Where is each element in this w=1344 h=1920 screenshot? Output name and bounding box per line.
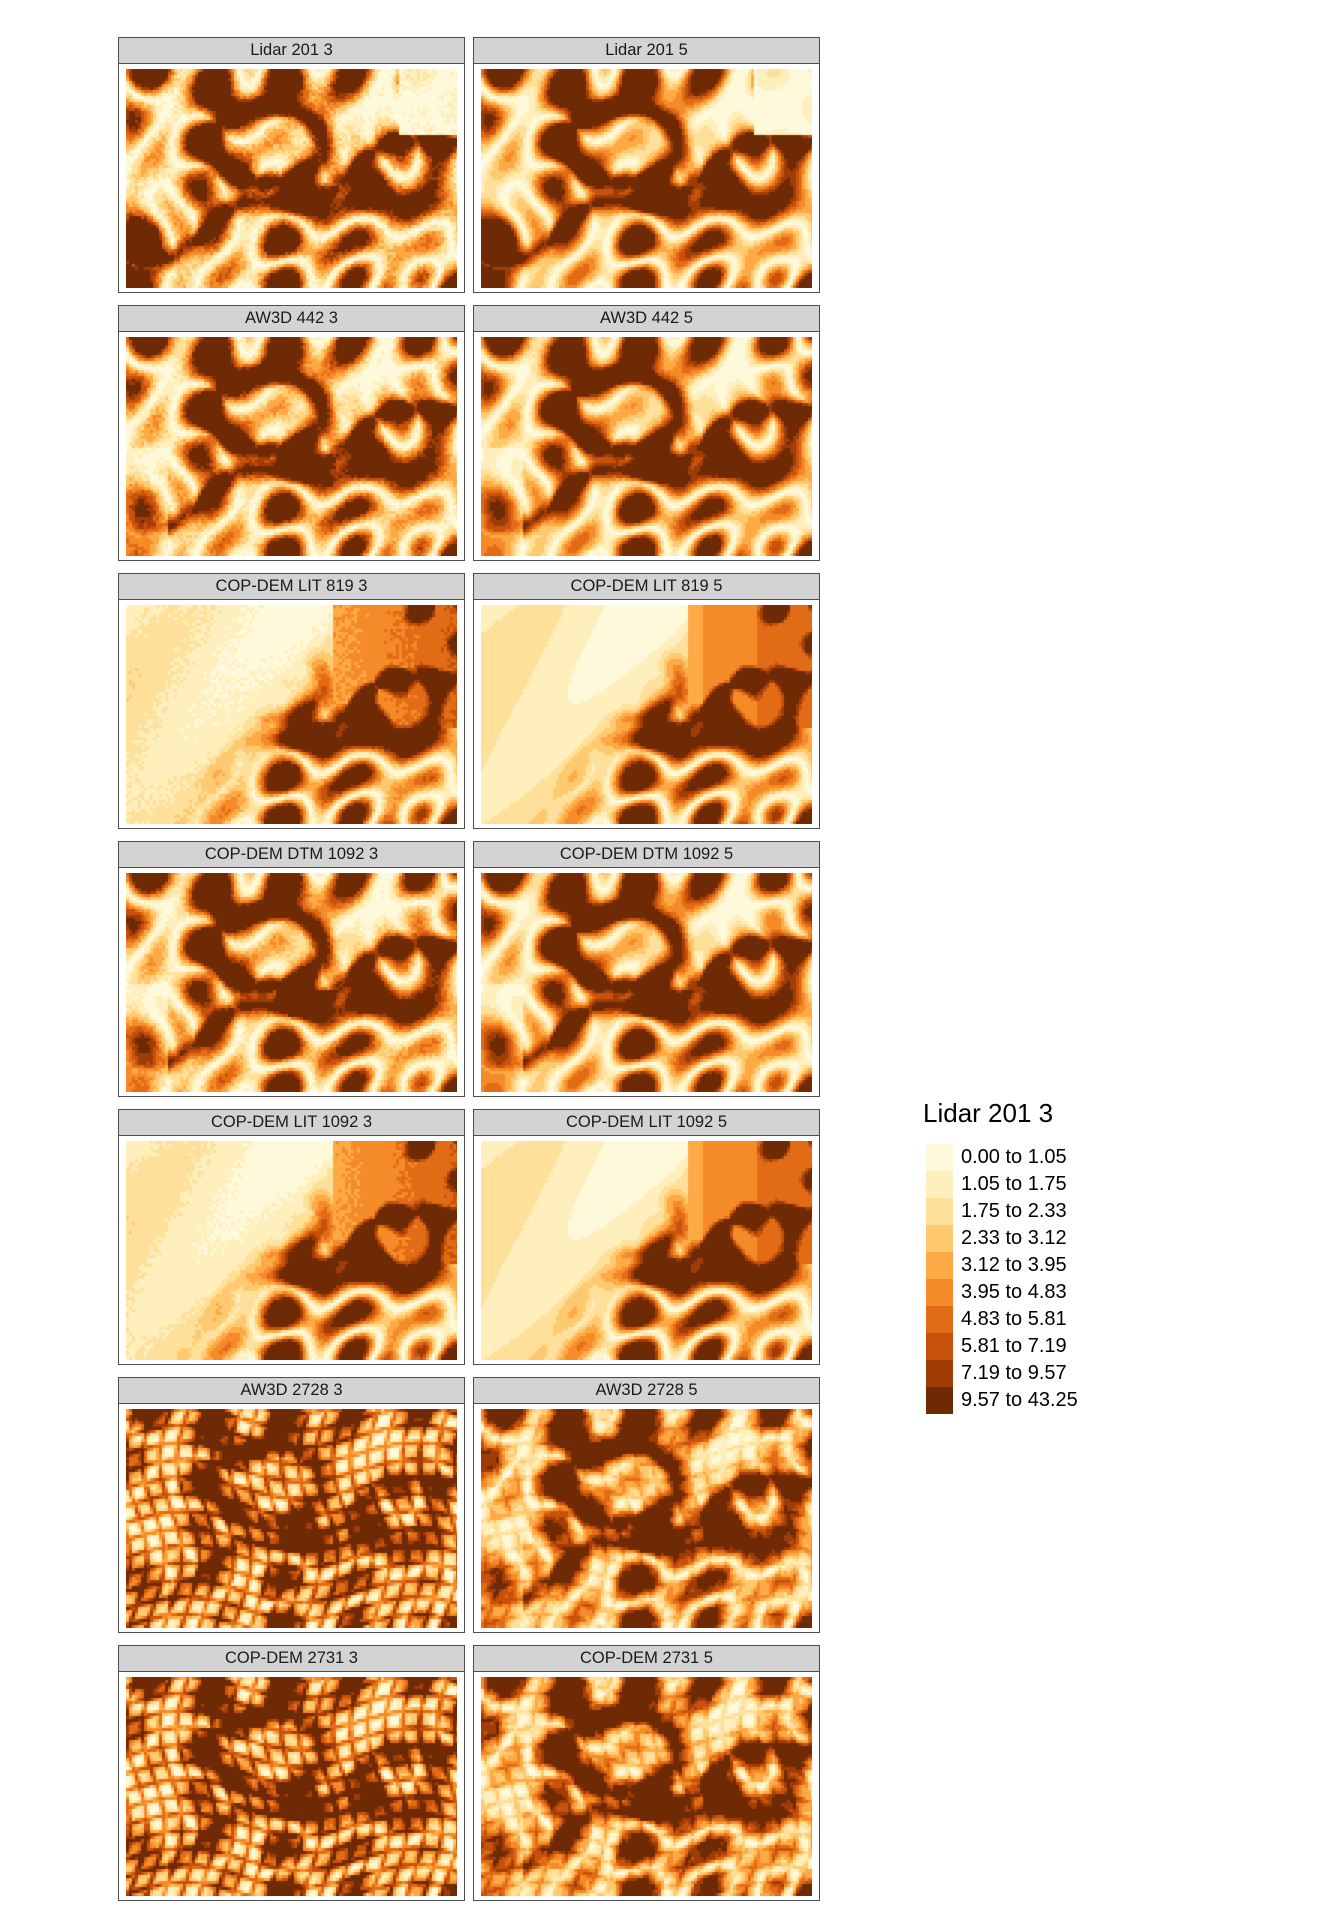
- legend-swatch: [926, 1171, 953, 1198]
- facet-label: AW3D 2728 5: [474, 1378, 819, 1404]
- facet-label: Lidar 201 5: [474, 38, 819, 64]
- raster-map: [126, 873, 457, 1092]
- facet-panel: Lidar 201 5: [473, 37, 820, 293]
- facet-panel: Lidar 201 3: [118, 37, 465, 293]
- facet-label: AW3D 2728 3: [119, 1378, 464, 1404]
- legend-label: 9.57 to 43.25: [961, 1389, 1078, 1411]
- raster-map: [126, 1141, 457, 1360]
- raster-map: [481, 605, 812, 824]
- facet-label: COP-DEM LIT 819 3: [119, 574, 464, 600]
- facet-panel: AW3D 442 3: [118, 305, 465, 561]
- legend-swatch: [926, 1333, 953, 1360]
- legend-label: 7.19 to 9.57: [961, 1362, 1067, 1384]
- raster-map: [126, 69, 457, 288]
- raster-map: [481, 69, 812, 288]
- legend-label: 4.83 to 5.81: [961, 1308, 1067, 1330]
- facet-panel: AW3D 2728 5: [473, 1377, 820, 1633]
- facet-label: COP-DEM LIT 1092 3: [119, 1110, 464, 1136]
- legend-swatch: [926, 1360, 953, 1387]
- facet-panel: COP-DEM DTM 1092 3: [118, 841, 465, 1097]
- facet-panel: COP-DEM LIT 819 5: [473, 573, 820, 829]
- legend-swatch: [926, 1144, 953, 1171]
- raster-map: [481, 1677, 812, 1896]
- facet-label: COP-DEM DTM 1092 3: [119, 842, 464, 868]
- facet-panel: COP-DEM LIT 1092 5: [473, 1109, 820, 1365]
- legend-label: 5.81 to 7.19: [961, 1335, 1067, 1357]
- facet-label: Lidar 201 3: [119, 38, 464, 64]
- raster-map: [126, 1409, 457, 1628]
- legend-label: 3.95 to 4.83: [961, 1281, 1067, 1303]
- facet-panel: AW3D 2728 3: [118, 1377, 465, 1633]
- legend-swatch: [926, 1306, 953, 1333]
- facet-label: AW3D 442 5: [474, 306, 819, 332]
- facet-label: COP-DEM LIT 819 5: [474, 574, 819, 600]
- legend-label: 0.00 to 1.05: [961, 1146, 1067, 1168]
- raster-map: [481, 337, 812, 556]
- raster-map: [481, 1141, 812, 1360]
- legend-title: Lidar 201 3: [923, 1098, 1054, 1128]
- facet-panel: COP-DEM 2731 5: [473, 1645, 820, 1901]
- legend-swatch: [926, 1198, 953, 1225]
- legend-swatch: [926, 1225, 953, 1252]
- legend: Lidar 201 3 0.00 to 1.05 1.05 to 1.75 1.75…: [920, 1098, 1180, 1418]
- facet-label: COP-DEM DTM 1092 5: [474, 842, 819, 868]
- legend-swatch: [926, 1387, 953, 1414]
- raster-map: [126, 337, 457, 556]
- raster-map: [481, 873, 812, 1092]
- facet-panel: COP-DEM DTM 1092 5: [473, 841, 820, 1097]
- facet-label: COP-DEM 2731 3: [119, 1646, 464, 1672]
- facet-label: COP-DEM 2731 5: [474, 1646, 819, 1672]
- facet-label: COP-DEM LIT 1092 5: [474, 1110, 819, 1136]
- facet-panel: AW3D 442 5: [473, 305, 820, 561]
- legend-label: 2.33 to 3.12: [961, 1227, 1067, 1249]
- facet-label: AW3D 442 3: [119, 306, 464, 332]
- facet-panel: COP-DEM LIT 1092 3: [118, 1109, 465, 1365]
- legend-label: 3.12 to 3.95: [961, 1254, 1067, 1276]
- raster-map: [481, 1409, 812, 1628]
- legend-label: 1.05 to 1.75: [961, 1173, 1067, 1195]
- raster-map: [126, 605, 457, 824]
- legend-label: 1.75 to 2.33: [961, 1200, 1067, 1222]
- facet-panel: COP-DEM 2731 3: [118, 1645, 465, 1901]
- raster-map: [126, 1677, 457, 1896]
- small-multiples-grid: Lidar 201 3 Lidar 201 5 AW3D 442 3 AW3D 442…: [118, 37, 820, 1901]
- facet-panel: COP-DEM LIT 819 3: [118, 573, 465, 829]
- legend-swatch: [926, 1279, 953, 1306]
- legend-swatch: [926, 1252, 953, 1279]
